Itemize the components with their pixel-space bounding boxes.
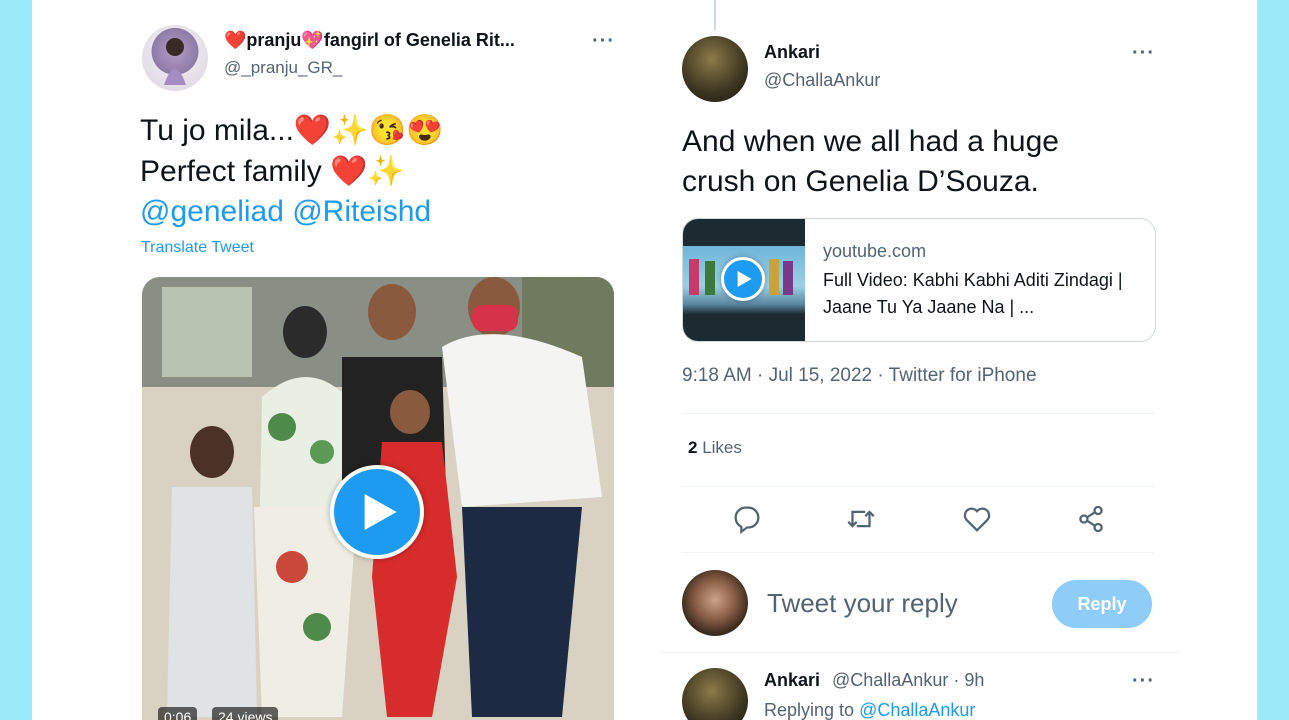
tweet-video[interactable]: 0:06 24 views [142, 277, 614, 720]
display-name[interactable]: Ankari [764, 42, 820, 63]
card-title: Full Video: Kabhi Kabhi Aditi Zindagi | … [823, 270, 1123, 317]
tweet-text-line2: Perfect family ❤️✨ [140, 155, 405, 188]
video-time: 0:06 [158, 707, 198, 720]
divider [682, 413, 1154, 414]
avatar[interactable] [682, 36, 748, 102]
card-domain: youtube.com [823, 241, 927, 261]
divider [682, 486, 1154, 487]
reply-input[interactable]: Tweet your reply [767, 588, 958, 619]
display-name[interactable]: ❤️pranju💖fangirl of Genelia Rit... [224, 30, 515, 51]
video-views: 24 views [212, 707, 279, 720]
my-avatar[interactable] [682, 570, 748, 636]
handle-time[interactable]: @ChallaAnkur · 9h [832, 670, 984, 691]
display-name[interactable]: Ankari [764, 670, 820, 691]
replying-handle[interactable]: @ChallaAnkur [859, 700, 975, 720]
replying-prefix: Replying to [764, 700, 855, 720]
handle[interactable]: @ChallaAnkur [764, 70, 880, 91]
translate-tweet-link[interactable]: Translate Tweet [141, 239, 254, 257]
divider [682, 552, 1154, 553]
divider [660, 652, 1180, 653]
left-tweet-panel: ❤️pranju💖fangirl of Genelia Rit... @_pra… [32, 0, 652, 720]
more-icon[interactable]: ··· [592, 30, 615, 53]
thread-line [714, 0, 716, 30]
tweet-mentions[interactable]: @geneliad @Riteishd [140, 192, 431, 232]
card-thumbnail [683, 219, 805, 341]
handle[interactable]: @_pranju_GR_ [224, 58, 342, 78]
retweet-icon[interactable] [844, 502, 878, 536]
likes-count[interactable]: 2 Likes [688, 438, 742, 458]
replying-to: Replying to @ChallaAnkur [764, 700, 975, 720]
reply-button[interactable]: Reply [1052, 580, 1152, 628]
like-icon[interactable] [960, 502, 994, 536]
right-tweet-panel: Ankari @ChallaAnkur ··· And when we all … [652, 0, 1257, 720]
play-icon[interactable] [330, 465, 424, 559]
reply-icon[interactable] [730, 502, 764, 536]
likes-label: Likes [702, 438, 742, 457]
tweet-text-line2: crush on Genelia D’Souza. [682, 165, 1039, 198]
link-card[interactable]: youtube.com Full Video: Kabhi Kabhi Adit… [682, 218, 1156, 342]
share-icon[interactable] [1074, 502, 1108, 536]
more-icon[interactable]: ··· [1132, 42, 1155, 65]
avatar[interactable] [142, 25, 208, 91]
likes-number: 2 [688, 438, 698, 457]
more-icon[interactable]: ··· [1132, 670, 1155, 693]
tweet-meta[interactable]: 9:18 AM · Jul 15, 2022 · Twitter for iPh… [682, 365, 1037, 387]
avatar[interactable] [682, 668, 748, 720]
play-icon[interactable] [721, 257, 765, 301]
tweet-text-line1: Tu jo mila...❤️✨😘😍 [140, 114, 444, 147]
tweet-text-line1: And when we all had a huge [682, 125, 1059, 158]
